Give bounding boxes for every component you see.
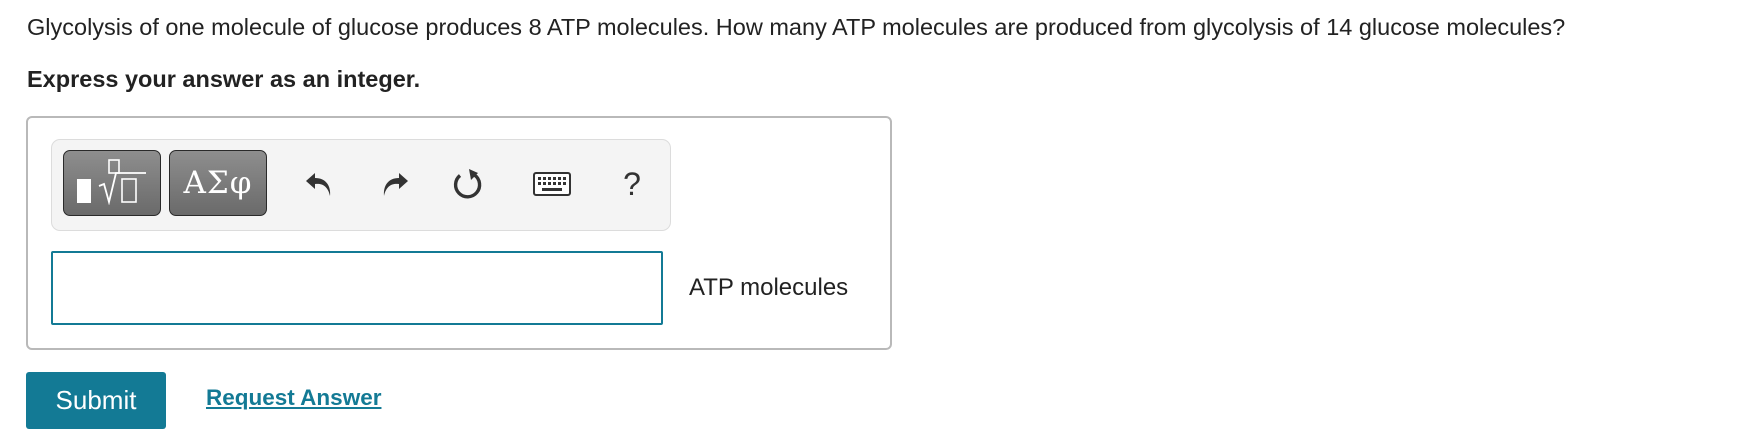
help-label: ? (623, 165, 641, 202)
reset-icon[interactable] (446, 162, 490, 206)
answer-instruction: Express your answer as an integer. (27, 66, 421, 92)
question-text: Glycolysis of one molecule of glucose pr… (27, 14, 1566, 40)
undo-icon[interactable] (298, 162, 342, 206)
answer-panel: ΑΣφ ? ATP molecules (26, 116, 892, 350)
symbols-button[interactable]: ΑΣφ (169, 150, 267, 216)
submit-button[interactable]: Submit (26, 372, 166, 429)
redo-icon[interactable] (372, 162, 416, 206)
templates-icon (75, 158, 149, 208)
keyboard-icon[interactable] (530, 162, 574, 206)
symbols-label: ΑΣφ (183, 165, 253, 201)
help-button[interactable]: ? (610, 162, 654, 206)
request-answer-link[interactable]: Request Answer (206, 383, 381, 413)
answer-input[interactable] (51, 251, 663, 325)
math-toolbar: ΑΣφ ? (51, 139, 671, 231)
templates-button[interactable] (63, 150, 161, 216)
answer-unit-label: ATP molecules (689, 274, 849, 301)
